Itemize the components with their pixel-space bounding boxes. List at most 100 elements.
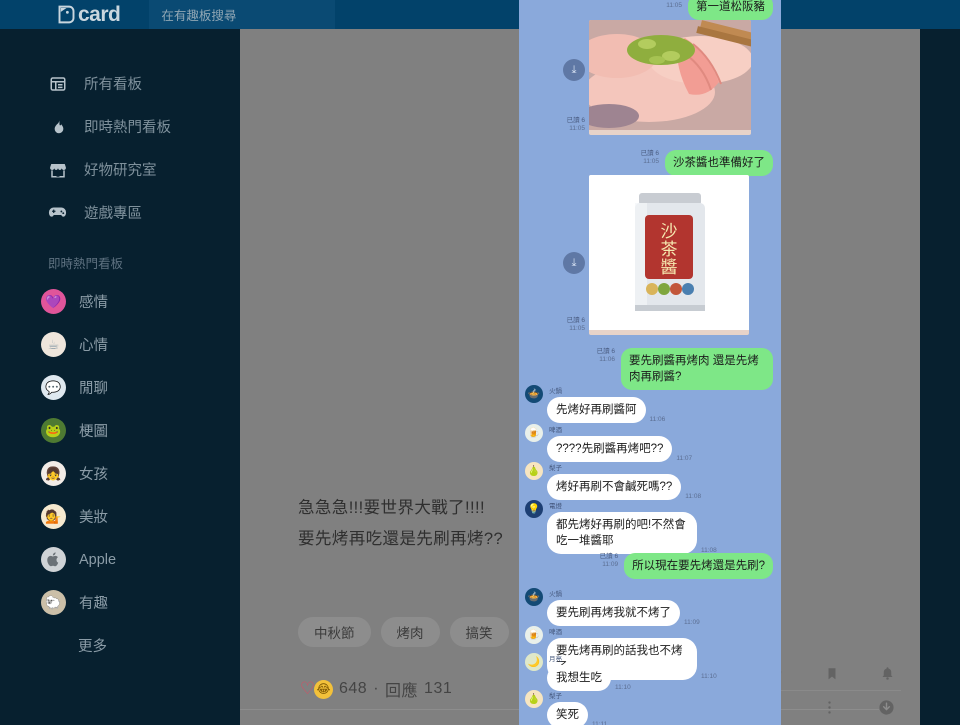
dcard-logo-icon (56, 4, 77, 25)
message-meta: 已讀 611:05 (664, 0, 682, 10)
sidebar-more-button[interactable]: 更多 (0, 624, 240, 666)
sidebar-nav-item-3[interactable]: 好物研究室 (0, 148, 240, 191)
message-time: 11:06 (599, 356, 615, 363)
message-bubble: 要先刷醬再烤肉 還是先烤肉再刷醬? (621, 348, 773, 390)
sidebar-nav-item-1[interactable]: 所有看板 (0, 62, 240, 105)
sender-avatar[interactable]: 🌙 (525, 653, 543, 671)
chat-overlay: 已讀 611:05第一道松阪豬⤓已讀 611:05已讀 611:05沙茶醬也準備… (519, 0, 781, 725)
message-meta: 已讀 611:05 (641, 150, 659, 166)
sender-avatar[interactable]: 🍲 (525, 385, 543, 403)
post-tag-2[interactable]: 烤肉 (380, 617, 440, 647)
message-bubble: 烤好再刷不會鹹死嗎?? (547, 474, 682, 500)
chat-message-outgoing: 已讀 611:05 第一道松阪豬 (664, 0, 773, 20)
message-bubble: 要先刷再烤我就不烤了 (547, 600, 680, 626)
sender-name: 梨子 (549, 693, 562, 700)
chat-message-incoming: 🌙 月亮 我想生吃 11:10 (525, 653, 775, 691)
chat-message-incoming: 🍲 火鍋先烤好再刷醬阿 11:06 (525, 385, 775, 423)
message-time: 11:06 (649, 416, 666, 423)
apple-avatar (41, 547, 66, 572)
board-list-icon (48, 74, 67, 93)
sender-avatar[interactable]: 🍐 (525, 462, 543, 480)
svg-text:沙: 沙 (661, 222, 678, 242)
chat-message-photo: ⤓ 已讀 6 11:05 (519, 20, 781, 135)
gamepad-icon (48, 203, 67, 222)
message-time: 11:09 (684, 619, 700, 626)
message-bubble: 所以現在要先烤還是先刷? (624, 553, 773, 579)
chat-message-photo: ⤓ 已讀 6 11:05 沙茶醬 (519, 175, 781, 335)
message-time: 11:05 (569, 125, 585, 132)
sidebar-nav-item-2[interactable]: 即時熱門看板 (0, 105, 240, 148)
pepe-avatar: 🐸 (41, 418, 66, 443)
sidebar-board-label: 梗圖 (79, 424, 108, 440)
read-receipt: 已讀 6 (566, 117, 585, 124)
teacup-avatar: ☕ (41, 332, 66, 357)
sender-avatar[interactable]: 🍐 (525, 690, 543, 708)
comment-count: 131 (424, 680, 453, 697)
download-icon[interactable]: ⤓ (563, 59, 585, 81)
message-bubble: 都先烤好再刷的吧!不然會吃一堆醬耶 (547, 512, 697, 554)
action-rail-row-secondary (761, 691, 901, 724)
sidebar-board-item-5[interactable]: 👧 女孩 (0, 452, 240, 495)
sidebar-section-title: 即時熱門看板 (48, 257, 124, 271)
download-icon[interactable]: ⤓ (563, 252, 585, 274)
search-input[interactable]: 在有趣板搜尋 (149, 0, 336, 29)
sidebar-nav-label: 所有看板 (84, 77, 142, 93)
photo-pork-image[interactable] (589, 20, 751, 135)
sidebar-nav-label: 好物研究室 (84, 163, 157, 179)
message-bubble: 我想生吃 (547, 665, 611, 691)
sidebar-board-item-2[interactable]: ☕ 心情 (0, 323, 240, 366)
post-tag-1[interactable]: 中秋節 (298, 617, 371, 647)
girl-avatar: 👧 (41, 461, 66, 486)
message-time: 11:09 (602, 561, 619, 568)
sender-avatar[interactable]: 💡 (525, 500, 543, 518)
bookmark-icon[interactable] (825, 665, 839, 682)
photo-sauce-image[interactable]: 沙茶醬 (589, 175, 749, 335)
sidebar-board-label: 美妝 (79, 510, 108, 526)
message-bubble: 第一道松阪豬 (688, 0, 773, 20)
svg-text:茶: 茶 (661, 240, 678, 260)
chat-message-incoming: 🍐 梨子烤好再刷不會鹹死嗎?? 11:08 (525, 462, 775, 500)
sidebar-board-item-8[interactable]: 🐑 有趣 (0, 581, 240, 624)
sender-avatar[interactable]: 🍺 (525, 626, 543, 644)
read-receipt: 已讀 6 (640, 150, 659, 157)
brand-text: card (78, 3, 121, 26)
action-rail (761, 657, 901, 724)
message-bubble: ????先刷醬再烤吧?? (547, 436, 673, 462)
sidebar-board-item-7[interactable]: Apple (0, 538, 240, 581)
sender-name: 啤酒 (549, 629, 562, 636)
sender-avatar[interactable]: 🍲 (525, 588, 543, 606)
read-receipt: 已讀 6 (599, 553, 619, 560)
download-circle-icon[interactable] (878, 699, 895, 716)
message-time: 11:08 (685, 493, 702, 500)
sidebar-board-item-4[interactable]: 🐸 梗圖 (0, 409, 240, 452)
flame-icon (48, 117, 67, 136)
message-bubble: 先烤好再刷醬阿 (547, 397, 646, 423)
sidebar-board-item-6[interactable]: 💁 美妝 (0, 495, 240, 538)
sidebar-board-label: 有趣 (79, 596, 108, 612)
post-tag-3[interactable]: 搞笑 (449, 617, 509, 647)
message-meta: 已讀 611:05 (567, 117, 585, 133)
read-receipt: 已讀 6 (566, 317, 585, 324)
sidebar-board-item-1[interactable]: 💜 感情 (0, 280, 240, 323)
reaction-dot: · (373, 680, 380, 697)
sender-avatar[interactable]: 🍺 (525, 424, 543, 442)
reaction-icons: ♡ 😂 (298, 679, 333, 699)
message-time: 11:05 (666, 2, 682, 9)
sidebar-nav-item-4[interactable]: 遊戲專區 (0, 191, 240, 234)
more-dots-icon[interactable] (827, 699, 832, 716)
brand-logo[interactable]: card (56, 3, 121, 26)
reaction-count: 648 (339, 680, 368, 697)
bell-icon[interactable] (880, 665, 895, 682)
chat-message-outgoing: 已讀 6 11:09 所以現在要先烤還是先刷? (600, 553, 773, 579)
comment-label: 回應 (385, 683, 419, 700)
sidebar-board-label: 感情 (79, 295, 108, 311)
message-time: 11:11 (592, 721, 608, 725)
sender-name: 火鍋 (549, 388, 562, 395)
store-icon (48, 160, 67, 179)
sender-name: 梨子 (549, 465, 562, 472)
fun-avatar: 🐑 (41, 590, 66, 615)
makeup-avatar: 💁 (41, 504, 66, 529)
sidebar-board-item-3[interactable]: 💬 閒聊 (0, 366, 240, 409)
sidebar-board-list: 💜 感情 ☕ 心情 💬 閒聊 🐸 梗圖 👧 女孩 💁 美妝 Apple 🐑 有趣 (0, 280, 240, 624)
action-rail-row-primary (761, 657, 901, 690)
